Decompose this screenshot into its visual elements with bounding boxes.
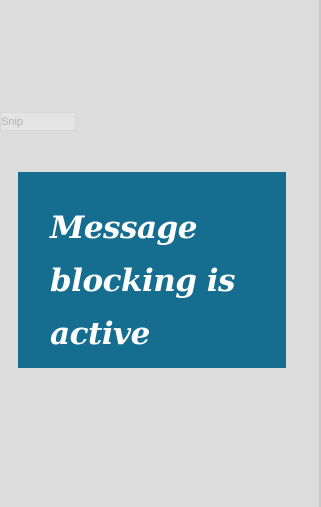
message-blocking-panel: Message blocking is active <box>18 172 286 368</box>
snip-input[interactable] <box>0 112 76 131</box>
message-blocking-text: Message blocking is active <box>50 210 236 352</box>
